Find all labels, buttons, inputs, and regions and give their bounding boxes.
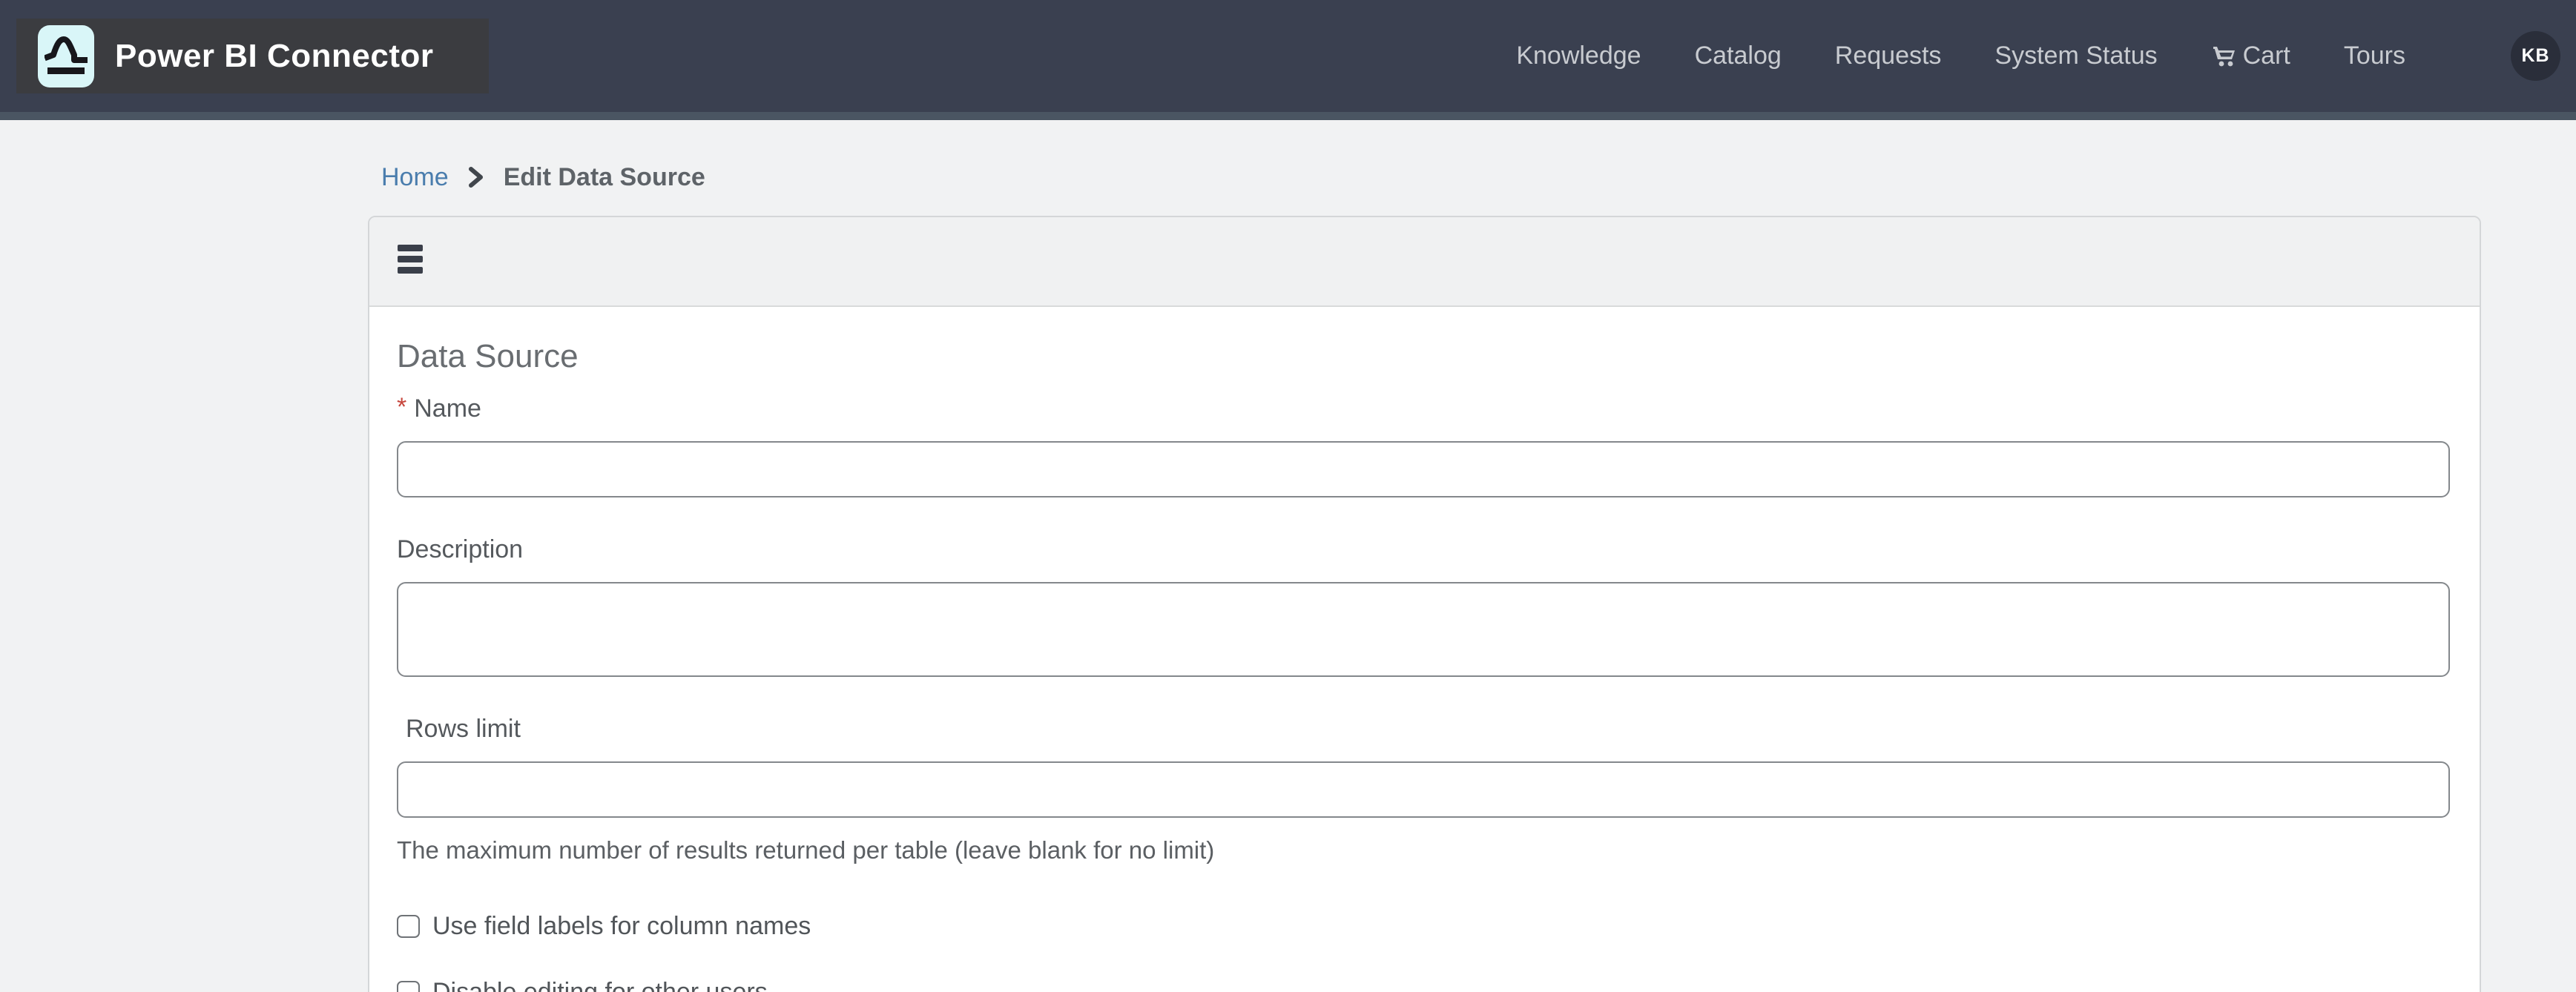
description-field-label: Description <box>397 535 2450 564</box>
rows-limit-help-text: The maximum number of results returned p… <box>397 836 2450 864</box>
use-field-labels-checkbox[interactable] <box>397 915 420 938</box>
app-title: Power BI Connector <box>115 38 434 75</box>
name-field-label: * Name <box>397 394 2450 423</box>
disable-editing-checkbox-row[interactable]: Disable editing for other users <box>397 978 2450 992</box>
name-label-text: Name <box>414 394 481 423</box>
top-navbar: Power BI Connector Knowledge Catalog Req… <box>0 0 2576 112</box>
nav-item-catalog[interactable]: Catalog <box>1695 42 1782 70</box>
nav-item-knowledge[interactable]: Knowledge <box>1516 42 1641 70</box>
rows-limit-field-label: Rows limit <box>406 715 2450 744</box>
nav-item-cart-label: Cart <box>2243 42 2290 70</box>
breadcrumb-home-link[interactable]: Home <box>381 163 449 192</box>
use-field-labels-label: Use field labels for column names <box>432 912 811 941</box>
powerbi-connector-logo-icon <box>38 25 94 87</box>
disable-editing-label: Disable editing for other users <box>432 978 768 992</box>
rows-limit-input[interactable] <box>397 761 2450 818</box>
nav-item-cart[interactable]: Cart <box>2211 42 2290 70</box>
use-field-labels-checkbox-row[interactable]: Use field labels for column names <box>397 912 2450 941</box>
breadcrumb-current-page: Edit Data Source <box>504 163 705 192</box>
navbar-bottom-strip <box>0 112 2576 120</box>
breadcrumb: Home Edit Data Source <box>381 162 2576 193</box>
description-textarea[interactable] <box>397 582 2450 677</box>
brand-home-link[interactable]: Power BI Connector <box>16 19 489 93</box>
description-label-text: Description <box>397 535 523 564</box>
rows-limit-label-text: Rows limit <box>406 715 521 744</box>
user-avatar[interactable]: KB <box>2511 31 2560 81</box>
chevron-right-icon <box>467 165 486 189</box>
card-header <box>369 217 2480 307</box>
nav-item-system-status[interactable]: System Status <box>1994 42 2157 70</box>
chart-curve-icon <box>45 32 88 81</box>
disable-editing-checkbox[interactable] <box>397 981 420 992</box>
hamburger-menu-icon[interactable] <box>398 245 424 274</box>
required-asterisk: * <box>397 393 406 422</box>
nav-item-requests[interactable]: Requests <box>1835 42 1942 70</box>
name-input[interactable] <box>397 441 2450 497</box>
form-title: Data Source <box>397 339 2450 374</box>
navbar-links: Knowledge Catalog Requests System Status… <box>1516 31 2560 81</box>
nav-item-tours[interactable]: Tours <box>2344 42 2405 70</box>
card-body: Data Source * Name Description Rows limi… <box>369 307 2480 992</box>
edit-data-source-card: Data Source * Name Description Rows limi… <box>368 216 2481 992</box>
cart-icon <box>2211 43 2238 70</box>
